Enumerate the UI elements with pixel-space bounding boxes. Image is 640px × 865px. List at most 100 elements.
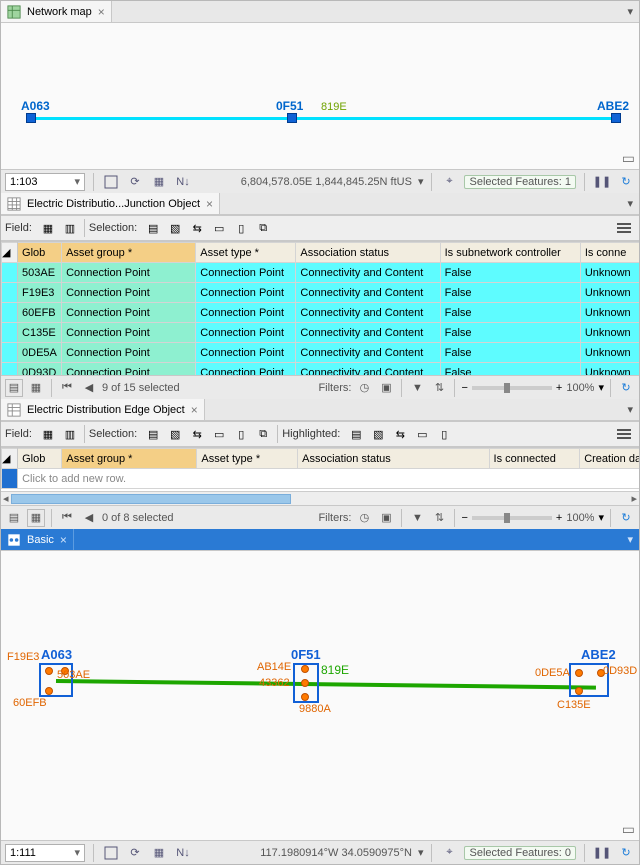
zoom-to-sel-icon[interactable]: ▧ xyxy=(165,218,185,238)
copy-sel-icon[interactable]: ⧉ xyxy=(253,218,273,238)
row-marker-header[interactable]: ◢ xyxy=(2,243,18,263)
prev-record-icon[interactable]: ◀ xyxy=(80,509,98,527)
first-record-icon[interactable]: ⏮ xyxy=(58,379,76,397)
edge-table[interactable]: ◢ Glob Asset group * Asset type * Associ… xyxy=(1,447,639,491)
rotate-tool-icon[interactable]: ⟳ xyxy=(126,173,144,191)
zoom-slider[interactable] xyxy=(472,386,552,390)
close-icon[interactable]: × xyxy=(60,533,67,547)
chevron-down-icon[interactable]: ▾ xyxy=(418,175,424,188)
pause-icon[interactable]: ❚❚ xyxy=(593,844,611,862)
col-glob[interactable]: Glob xyxy=(18,243,62,263)
zoom-minus[interactable]: − xyxy=(461,512,467,524)
show-sel-icon[interactable]: ▦ xyxy=(27,509,45,527)
diag-point[interactable] xyxy=(45,687,53,695)
show-all-icon[interactable]: ▤ xyxy=(5,509,23,527)
close-icon[interactable]: × xyxy=(191,403,198,417)
diagram-edge[interactable] xyxy=(56,679,596,690)
hl3-icon[interactable]: ⇆ xyxy=(390,424,410,444)
row-marker-header[interactable]: ◢ xyxy=(2,449,18,469)
refresh-icon[interactable]: ↻ xyxy=(617,379,635,397)
show-sel-icon[interactable]: ▦ xyxy=(27,379,45,397)
col-assoc-status[interactable]: Association status xyxy=(296,243,440,263)
menu-icon[interactable] xyxy=(613,217,635,239)
filter-funnel-icon[interactable]: ▼ xyxy=(408,509,426,527)
col-assoc-status[interactable]: Association status xyxy=(298,449,489,469)
show-all-icon[interactable]: ▤ xyxy=(5,379,23,397)
prev-record-icon[interactable]: ◀ xyxy=(80,379,98,397)
scale-input[interactable]: 1:103▾ xyxy=(5,173,85,191)
filter-extent-icon[interactable]: ▣ xyxy=(377,379,395,397)
add-row-placeholder[interactable]: Click to add new row. xyxy=(18,469,639,489)
north-icon[interactable]: N↓ xyxy=(174,844,192,862)
pan-tool-icon[interactable] xyxy=(102,173,120,191)
select-by-attr-icon[interactable]: ▤ xyxy=(143,218,163,238)
first-record-icon[interactable]: ⏮ xyxy=(58,509,76,527)
north-icon[interactable]: N↓ xyxy=(174,173,192,191)
hl5-icon[interactable]: ▯ xyxy=(434,424,454,444)
delete-sel-icon[interactable]: ▯ xyxy=(231,218,251,238)
tab-junction-table[interactable]: Electric Distributio...Junction Object × xyxy=(1,193,220,214)
field-add-icon[interactable]: ▦ xyxy=(38,218,58,238)
col-subnet-ctrl[interactable]: Is subnetwork controller xyxy=(440,243,580,263)
grid-tool-icon[interactable]: ▦ xyxy=(150,173,168,191)
refresh-icon[interactable]: ↻ xyxy=(617,509,635,527)
copy-sel-icon[interactable]: ⧉ xyxy=(253,424,273,444)
table-row[interactable]: 0DE5AConnection PointConnection PointCon… xyxy=(2,343,640,363)
selection-anchor-icon[interactable]: ⌖ xyxy=(440,173,458,191)
chevron-down-icon[interactable]: ▾ xyxy=(418,846,424,859)
selected-features-label[interactable]: Selected Features: 1 xyxy=(464,175,576,189)
scale-input[interactable]: 1:111▾ xyxy=(5,844,85,862)
switch-sel-icon[interactable]: ⇆ xyxy=(187,218,207,238)
rotate-tool-icon[interactable]: ⟳ xyxy=(126,844,144,862)
table-row[interactable]: 60EFBConnection PointConnection PointCon… xyxy=(2,303,640,323)
diag-point[interactable] xyxy=(301,679,309,687)
close-icon[interactable]: × xyxy=(98,5,105,19)
refresh-icon[interactable]: ↻ xyxy=(617,844,635,862)
col-asset-group[interactable]: Asset group * xyxy=(62,449,197,469)
panel-menu-caret[interactable]: ▾ xyxy=(621,399,639,420)
switch-sel-icon[interactable]: ⇆ xyxy=(187,424,207,444)
hl1-icon[interactable]: ▤ xyxy=(346,424,366,444)
refresh-icon[interactable]: ↻ xyxy=(617,173,635,191)
map-edge[interactable] xyxy=(31,117,616,120)
zoom-to-sel-icon[interactable]: ▧ xyxy=(165,424,185,444)
table-row[interactable]: F19E3Connection PointConnection PointCon… xyxy=(2,283,640,303)
filter-time-icon[interactable]: ◷ xyxy=(355,379,373,397)
diag-point[interactable] xyxy=(301,665,309,673)
clear-sel-icon[interactable]: ▭ xyxy=(209,218,229,238)
chevron-down-icon[interactable]: ▾ xyxy=(598,511,604,524)
filter-funnel-icon[interactable]: ▼ xyxy=(408,379,426,397)
menu-icon[interactable] xyxy=(613,423,635,445)
table-row[interactable]: 503AEConnection PointConnection PointCon… xyxy=(2,263,640,283)
col-asset-type[interactable]: Asset type * xyxy=(196,243,296,263)
select-by-attr-icon[interactable]: ▤ xyxy=(143,424,163,444)
col-is-connected[interactable]: Is conne xyxy=(580,243,639,263)
map-node-c[interactable] xyxy=(611,113,621,123)
pan-tool-icon[interactable] xyxy=(102,844,120,862)
chevron-down-icon[interactable]: ▾ xyxy=(598,381,604,394)
col-is-connected[interactable]: Is connected xyxy=(489,449,580,469)
panel-menu-caret[interactable]: ▾ xyxy=(621,193,639,214)
map-node-b[interactable] xyxy=(287,113,297,123)
pause-icon[interactable]: ❚❚ xyxy=(593,173,611,191)
field-calc-icon[interactable]: ▥ xyxy=(60,424,80,444)
field-add-icon[interactable]: ▦ xyxy=(38,424,58,444)
col-asset-group[interactable]: Asset group * xyxy=(62,243,196,263)
panel-menu-caret[interactable]: ▾ xyxy=(621,529,639,550)
table-row[interactable]: C135EConnection PointConnection PointCon… xyxy=(2,323,640,343)
col-asset-type[interactable]: Asset type * xyxy=(197,449,298,469)
sort-icon[interactable]: ⇅ xyxy=(430,379,448,397)
tab-edge-table[interactable]: Electric Distribution Edge Object × xyxy=(1,399,205,420)
col-glob[interactable]: Glob xyxy=(18,449,62,469)
clear-sel-icon[interactable]: ▭ xyxy=(209,424,229,444)
grid-tool-icon[interactable]: ▦ xyxy=(150,844,168,862)
diag-point[interactable] xyxy=(45,667,53,675)
junction-table[interactable]: ◢ Glob Asset group * Asset type * Associ… xyxy=(1,241,639,375)
field-calc-icon[interactable]: ▥ xyxy=(60,218,80,238)
zoom-minus[interactable]: − xyxy=(461,382,467,394)
zoom-plus[interactable]: + xyxy=(556,382,562,394)
filter-time-icon[interactable]: ◷ xyxy=(355,509,373,527)
sort-icon[interactable]: ⇅ xyxy=(430,509,448,527)
panel-menu-caret[interactable]: ▾ xyxy=(621,1,639,22)
hl4-icon[interactable]: ▭ xyxy=(412,424,432,444)
